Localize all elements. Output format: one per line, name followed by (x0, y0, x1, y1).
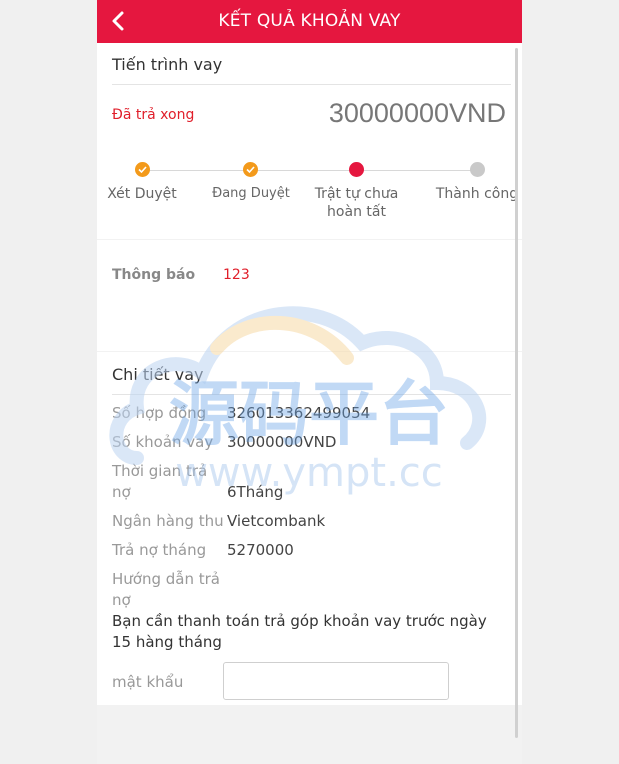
loan-details-card: Chi tiết vay Số hợp đồng 326013362499054… (97, 352, 522, 705)
repayment-term-value: 6Tháng (227, 483, 284, 501)
step-1-label: Xét Duyệt (107, 186, 177, 202)
details-section-title: Chi tiết vay (112, 365, 204, 384)
step-2-label: Đang Duyệt (212, 186, 290, 201)
step-4-pending-dot (470, 162, 485, 177)
step-3-label: Trật tự chưa hoàn tất (314, 186, 399, 220)
scrollbar[interactable] (515, 48, 518, 738)
page-title: KẾT QUẢ KHOẢN VAY (218, 11, 401, 31)
contract-number-value: 326013362499054 (227, 404, 371, 422)
receiving-bank-value: Vietcombank (227, 512, 326, 530)
step-1-check-icon (135, 162, 150, 177)
receiving-bank-label: Ngân hàng thu (112, 512, 224, 530)
repayment-term-label: Thời gian trả nợ (112, 462, 208, 501)
loan-amount-value: 30000000VND (227, 433, 337, 451)
loan-amount-label: Số khoản vay (112, 433, 214, 451)
step-3-current-dot (349, 162, 364, 177)
notice-value: 123 (223, 267, 250, 283)
repayment-guide-text: Bạn cần thanh toán trả góp khoản vay trư… (112, 612, 487, 651)
top-bar: KẾT QUẢ KHOẢN VAY (97, 0, 522, 43)
password-input[interactable] (223, 662, 449, 700)
progress-section-title: Tiến trình vay (112, 55, 223, 74)
monthly-payment-label: Trả nợ tháng (112, 541, 207, 559)
monthly-payment-value: 5270000 (227, 541, 294, 559)
step-2-check-icon (243, 162, 258, 177)
notice-card: Thông báo 123 (97, 240, 522, 351)
password-label: mật khẩu (112, 673, 184, 691)
repayment-guide-label: Hướng dẫn trả nợ (112, 570, 220, 609)
divider (112, 394, 511, 395)
app-screen: KẾT QUẢ KHOẢN VAY Tiến trình vay Đã trả … (97, 0, 522, 764)
contract-number-label: Số hợp đồng (112, 404, 207, 422)
divider (112, 84, 511, 85)
notice-label: Thông báo (112, 267, 196, 283)
loan-amount: 30000000VND (328, 98, 506, 128)
step-4-label: Thành công (435, 186, 519, 202)
loan-progress-card: Tiến trình vay Đã trả xong 30000000VND X… (97, 43, 522, 239)
loan-status: Đã trả xong (112, 107, 195, 123)
progress-track (142, 170, 477, 171)
